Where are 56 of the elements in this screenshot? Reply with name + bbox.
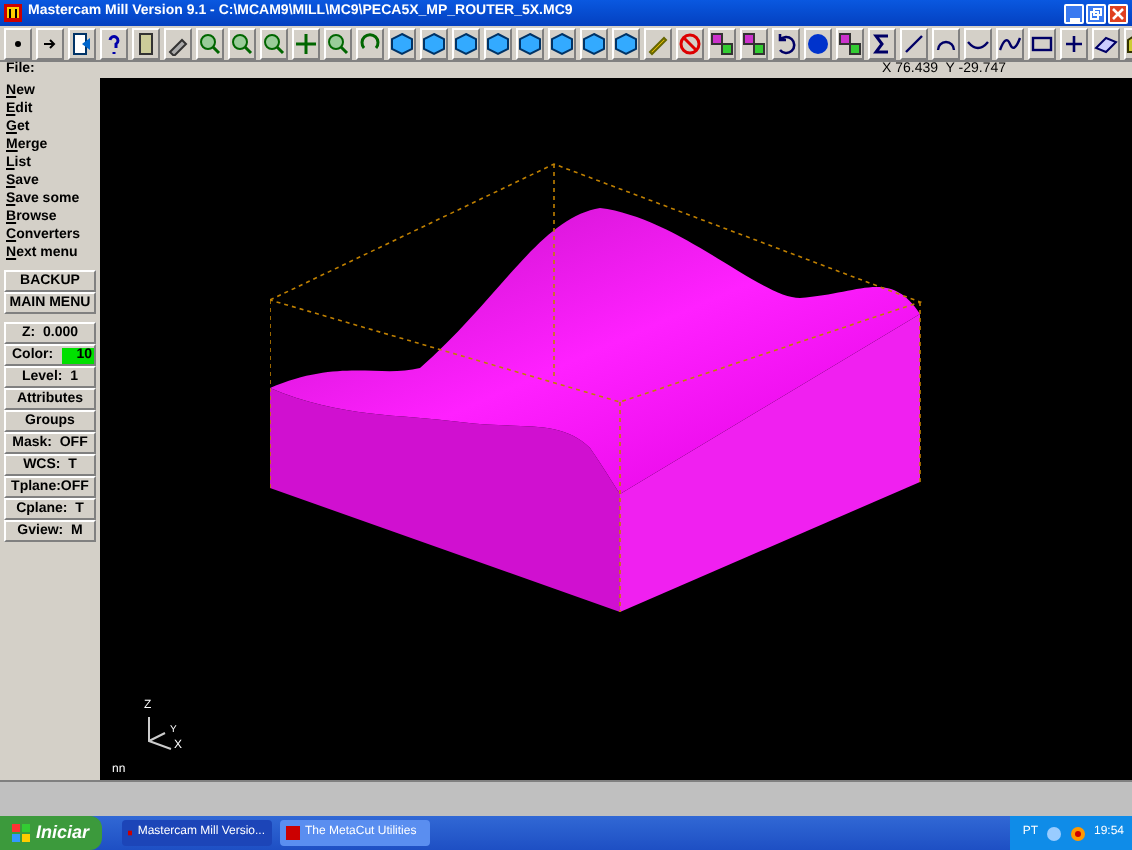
window-icon <box>285 826 300 840</box>
restore-button[interactable] <box>1086 3 1106 23</box>
magnifier-icon <box>262 31 286 55</box>
undo-button[interactable] <box>772 27 800 59</box>
document-icon <box>70 31 94 55</box>
minimize-icon <box>1069 15 1079 21</box>
rotate-button[interactable] <box>356 27 384 59</box>
close-icon <box>1112 7 1124 19</box>
no-sign-icon <box>678 31 702 55</box>
sigma-icon <box>870 31 894 55</box>
arrow-button[interactable] <box>36 27 64 59</box>
sphere-button[interactable] <box>804 27 832 59</box>
pen-button[interactable] <box>164 27 192 59</box>
magnifier-button[interactable] <box>196 27 224 59</box>
windows-flag-icon <box>12 824 30 842</box>
window-icon <box>127 826 132 840</box>
pencil-button[interactable] <box>644 27 672 59</box>
line-icon <box>902 31 926 55</box>
dot-button[interactable] <box>4 27 32 59</box>
spline-button[interactable] <box>996 27 1024 59</box>
plus-button[interactable] <box>1060 27 1088 59</box>
rectangle-button[interactable] <box>1028 27 1056 59</box>
crosshair-button[interactable] <box>292 27 320 59</box>
undo-icon <box>774 31 798 55</box>
rectangle-icon <box>1030 31 1054 55</box>
axis-triad-drawing <box>148 716 172 750</box>
plus-icon <box>1062 31 1086 55</box>
minimize-button[interactable] <box>1064 3 1084 23</box>
magnifier-icon <box>230 31 254 55</box>
document-button[interactable] <box>68 27 96 59</box>
no-sign-button[interactable] <box>676 27 704 59</box>
arc-button[interactable] <box>932 27 960 59</box>
magnifier-button[interactable] <box>260 27 288 59</box>
plane-icon <box>1094 31 1118 55</box>
curve-button[interactable] <box>964 27 992 59</box>
sphere-icon <box>806 31 830 55</box>
plane-button[interactable] <box>1092 27 1120 59</box>
pencil-icon <box>646 31 670 55</box>
close-button[interactable] <box>1108 3 1128 23</box>
app-icon <box>4 4 22 22</box>
squares-icon <box>838 31 862 55</box>
magnifier-icon <box>198 31 222 55</box>
crosshair-icon <box>294 31 318 55</box>
help-button[interactable] <box>100 27 128 59</box>
start-button[interactable]: Iniciar <box>0 816 102 850</box>
sigma-button[interactable] <box>868 27 896 59</box>
squares-icon <box>742 31 766 55</box>
squares-icon <box>710 31 734 55</box>
magnifier-button[interactable] <box>228 27 256 59</box>
magnifier-button[interactable] <box>324 27 352 59</box>
squares-button[interactable] <box>836 27 864 59</box>
restore-icon <box>1090 7 1102 19</box>
squares-button[interactable] <box>708 27 736 59</box>
magnifier-icon <box>326 31 350 55</box>
squares-button[interactable] <box>740 27 768 59</box>
line-button[interactable] <box>900 27 928 59</box>
